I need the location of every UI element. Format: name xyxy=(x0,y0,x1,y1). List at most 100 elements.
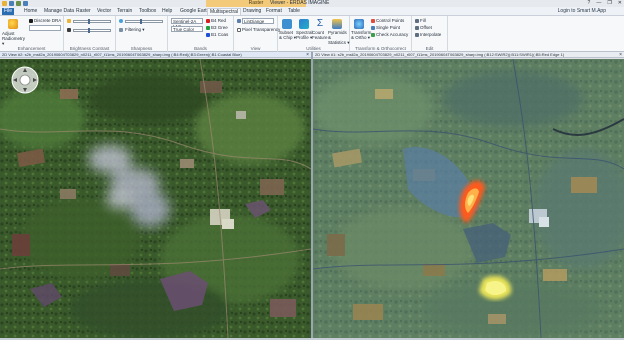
single-point-icon xyxy=(371,26,375,30)
tab-toolbox[interactable]: Toolbox xyxy=(137,8,158,15)
offset-button[interactable]: Offset xyxy=(420,25,432,30)
count-feature-button[interactable]: Count Feature xyxy=(312,30,328,40)
interpolate-button[interactable]: Interpolate xyxy=(420,32,441,37)
group-label-sharpness: Sharpness xyxy=(130,46,153,51)
tab-terrain[interactable]: Terrain xyxy=(115,8,134,15)
close-view-right-icon[interactable]: × xyxy=(619,52,622,57)
tab-vector[interactable]: Vector xyxy=(95,8,113,15)
group-enhancement: Adjust Radiometry ▾ Discrete DRA Enhance… xyxy=(0,16,64,52)
group-bands: Sentinel-2A L1C True Color B4 Red B3 Gre… xyxy=(168,16,234,52)
green-band-select[interactable]: B3 Gree xyxy=(211,25,228,30)
contrast-icon xyxy=(67,28,71,32)
group-label-brightness-contrast: Brightness Contrast xyxy=(69,46,110,51)
check-accuracy-icon xyxy=(371,33,375,37)
group-transform: Transform & Ortho ▾ Control Points Singl… xyxy=(350,16,412,52)
tab-multispectral[interactable]: Multispectral xyxy=(207,8,242,15)
group-label-utilities: Utilities xyxy=(306,46,321,51)
enhancement-mode-select[interactable] xyxy=(29,25,61,31)
blue-band-icon xyxy=(206,33,210,37)
group-label-view: View xyxy=(250,46,261,51)
single-point-button[interactable]: Single Point xyxy=(376,25,400,30)
fill-button[interactable]: Fill xyxy=(420,18,426,23)
spectral-profile-icon[interactable] xyxy=(299,19,309,29)
resample-icon xyxy=(237,19,241,23)
subset-chip-button[interactable]: Subset & Chip ▾ xyxy=(279,30,297,40)
subset-chip-icon[interactable] xyxy=(282,19,292,29)
sharpness-slider[interactable] xyxy=(125,19,163,24)
tab-home[interactable]: Home xyxy=(22,8,39,15)
satellite-image-natural-color[interactable] xyxy=(0,59,311,338)
group-label-bands: Bands xyxy=(194,46,207,51)
control-points-button[interactable]: Control Points xyxy=(376,18,404,23)
tab-table[interactable]: Table xyxy=(286,8,302,15)
discrete-dra-icon xyxy=(29,19,33,23)
transform-ortho-icon[interactable] xyxy=(354,19,364,29)
group-edit: Fill Offset Interpolate Edit xyxy=(412,16,448,52)
group-utilities: Subset & Chip ▾ Spectral Profile ▾ Σ Cou… xyxy=(278,16,350,52)
view-header-right: 2D View #1: s2b_msil2a_20190604T03829_n0… xyxy=(313,52,624,58)
view-2d-left[interactable]: 2D View #2: s2b_msil2a_20190604T03829_n0… xyxy=(0,52,311,338)
view-title-right: 2D View #1: s2b_msil2a_20190604T03829_n0… xyxy=(315,52,565,57)
sharpness-icon xyxy=(119,19,123,23)
redo-icon[interactable] xyxy=(23,1,28,6)
pixel-transparency-checkbox[interactable] xyxy=(237,28,241,32)
contrast-slider[interactable] xyxy=(73,28,111,33)
menu-bar: File Home Manage Data Raster Vector Terr… xyxy=(0,7,624,16)
pyramids-icon[interactable] xyxy=(332,19,342,29)
check-accuracy-button[interactable]: Check Accuracy xyxy=(376,32,408,37)
group-label-transform: Transform & Orthocorrect xyxy=(355,46,406,51)
tab-drawing[interactable]: Drawing xyxy=(241,8,263,15)
group-view: LinDiange Pixel Transparency View xyxy=(234,16,281,52)
group-brightness-contrast: Brightness Contrast xyxy=(64,16,116,52)
offset-icon xyxy=(415,26,419,30)
view-2d-right[interactable]: 2D View #1: s2b_msil2a_20190604T03829_n0… xyxy=(313,52,624,338)
tab-manage-data[interactable]: Manage Data xyxy=(42,8,76,15)
group-sharpness: Filtering ▾ Sharpness xyxy=(116,16,168,52)
sigma-icon[interactable]: Σ xyxy=(315,19,325,29)
brightness-slider[interactable] xyxy=(73,19,111,24)
discrete-dra-button[interactable]: Discrete DRA xyxy=(34,18,61,23)
tab-raster[interactable]: Raster xyxy=(74,8,93,15)
folder-icon[interactable] xyxy=(2,1,7,6)
adjust-radiometry-icon[interactable] xyxy=(8,19,18,29)
login-link[interactable]: Login to Smart M.App xyxy=(558,8,606,15)
help-button[interactable]: ? xyxy=(588,1,591,6)
save-icon[interactable] xyxy=(9,1,14,6)
filtering-button[interactable]: Filtering ▾ xyxy=(125,27,145,33)
interpolate-icon xyxy=(415,33,419,37)
red-band-icon xyxy=(206,19,210,23)
ribbon: Adjust Radiometry ▾ Discrete DRA Enhance… xyxy=(0,16,624,52)
window-controls: ? — ❐ ✕ xyxy=(588,1,622,6)
quick-access-toolbar xyxy=(2,1,28,6)
sensor-select[interactable]: Sentinel-2A L1C xyxy=(171,18,203,29)
fill-icon xyxy=(415,19,419,23)
blue-band-select[interactable]: B1 Coas xyxy=(211,32,228,37)
control-points-icon xyxy=(371,19,375,23)
adjust-radiometry-button[interactable]: Adjust Radiometry ▾ xyxy=(2,31,28,46)
resample-select[interactable]: LinDiange xyxy=(242,18,274,24)
minimize-button[interactable]: — xyxy=(596,1,601,6)
color-mode-select[interactable]: True Color xyxy=(171,26,203,32)
title-bar: Raster Viewer - ERDAS IMAGINE ? — ❐ ✕ xyxy=(0,0,624,7)
undo-icon[interactable] xyxy=(16,1,21,6)
green-band-icon xyxy=(206,26,210,30)
tab-help[interactable]: Help xyxy=(160,8,174,15)
navigation-compass-icon[interactable] xyxy=(10,65,40,95)
view-title-left: 2D View #2: s2b_msil2a_20190604T03829_n0… xyxy=(2,52,242,57)
maximize-button[interactable]: ❐ xyxy=(607,1,611,6)
tab-file[interactable]: File xyxy=(2,8,15,15)
pixel-transparency-label: Pixel Transparency xyxy=(242,27,281,32)
filtering-icon xyxy=(119,28,123,32)
brightness-icon xyxy=(67,19,71,23)
view-header-left: 2D View #2: s2b_msil2a_20190604T03829_n0… xyxy=(0,52,311,58)
group-label-edit: Edit xyxy=(425,46,434,51)
satellite-image-swir-false-color[interactable] xyxy=(313,59,624,338)
pyramids-statistics-button[interactable]: Pyramids & Statistics ▾ xyxy=(328,30,350,45)
group-label-enhancement: Enhancement xyxy=(17,46,46,51)
transform-ortho-button[interactable]: Transform & Ortho ▾ xyxy=(351,30,371,40)
close-button[interactable]: ✕ xyxy=(618,1,622,6)
window-title: Viewer - ERDAS IMAGINE xyxy=(270,0,330,6)
close-view-left-icon[interactable]: × xyxy=(306,52,309,57)
tab-format[interactable]: Format xyxy=(264,8,284,15)
red-band-select[interactable]: B4 Red xyxy=(211,18,226,23)
